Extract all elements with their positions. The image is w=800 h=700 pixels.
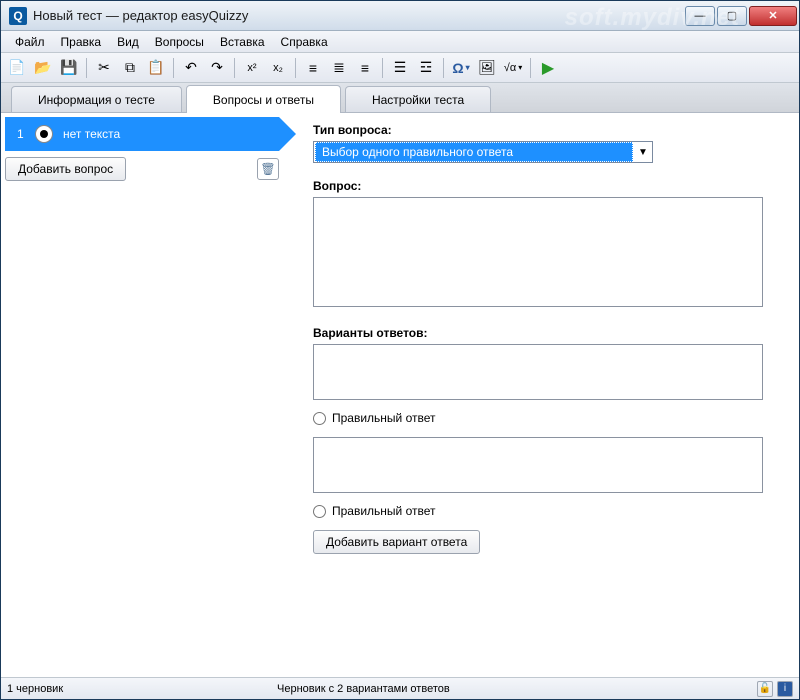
question-item-label: нет текста [63,127,120,141]
answer-2-textarea[interactable] [313,437,763,493]
new-icon[interactable]: 📄 [5,56,29,80]
answer-2-correct-radio[interactable] [313,505,326,518]
align-right-icon[interactable]: ≡ [353,56,377,80]
answer-1-textarea[interactable] [313,344,763,400]
minimize-button[interactable]: — [685,6,715,26]
info-icon[interactable]: i [777,681,793,697]
menu-help[interactable]: Справка [273,33,336,51]
question-editor-pane: Тип вопроса: Выбор одного правильного от… [283,113,799,677]
list-numbered-icon[interactable]: ☰ [388,56,412,80]
menu-bar: Файл Правка Вид Вопросы Вставка Справка [1,31,799,53]
separator [443,58,444,78]
status-center: Черновик с 2 вариантами ответов [277,683,757,695]
close-button[interactable]: ✕ [749,6,797,26]
redo-icon[interactable]: ↷ [205,56,229,80]
tab-info[interactable]: Информация о тесте [11,86,182,112]
chevron-down-icon[interactable]: ▼ [634,147,652,158]
question-textarea[interactable] [313,197,763,307]
delete-question-icon[interactable]: 🗑 [257,158,279,180]
menu-edit[interactable]: Правка [53,33,110,51]
question-type-select[interactable]: Выбор одного правильного ответа ▼ [313,141,653,163]
superscript-icon[interactable]: x² [240,56,264,80]
align-center-icon[interactable]: ≣ [327,56,351,80]
subscript-icon[interactable]: x₂ [266,56,290,80]
menu-questions[interactable]: Вопросы [147,33,212,51]
separator [86,58,87,78]
cut-icon[interactable]: ✂ [92,56,116,80]
list-bullet-icon[interactable]: ☲ [414,56,438,80]
app-icon: Q [9,7,27,25]
tab-settings[interactable]: Настройки теста [345,86,491,112]
answer-1-correct-row[interactable]: Правильный ответ [313,411,779,425]
separator [382,58,383,78]
save-icon[interactable]: 💾 [57,56,81,80]
answer-2-correct-row[interactable]: Правильный ответ [313,504,779,518]
window-title: Новый тест — редактор easyQuizzy [33,8,685,23]
separator [295,58,296,78]
add-answer-button[interactable]: Добавить вариант ответа [313,530,480,554]
symbol-icon[interactable]: Ω▾ [449,56,473,80]
type-label: Тип вопроса: [313,123,779,137]
question-item-1[interactable]: 1 нет текста [5,117,279,151]
add-question-button[interactable]: Добавить вопрос [5,157,126,181]
answer-1-correct-label: Правильный ответ [332,411,436,425]
title-bar: Q Новый тест — редактор easyQuizzy — ▢ ✕… [1,1,799,31]
separator [173,58,174,78]
app-window: Q Новый тест — редактор easyQuizzy — ▢ ✕… [0,0,800,700]
question-label: Вопрос: [313,179,779,193]
answer-1-correct-radio[interactable] [313,412,326,425]
status-bar: 1 черновик Черновик с 2 вариантами ответ… [1,677,799,699]
copy-icon[interactable]: ⧉ [118,56,142,80]
undo-icon[interactable]: ↶ [179,56,203,80]
tabs-row: Информация о тесте Вопросы и ответы Наст… [1,83,799,113]
paste-icon[interactable]: 📋 [144,56,168,80]
question-type-value: Выбор одного правильного ответа [315,142,633,162]
maximize-button[interactable]: ▢ [717,6,747,26]
question-number: 1 [17,127,35,141]
menu-view[interactable]: Вид [109,33,147,51]
open-icon[interactable]: 📂 [31,56,55,80]
lock-icon[interactable]: 🔓 [757,681,773,697]
run-icon[interactable]: ▶ [536,56,560,80]
tab-questions[interactable]: Вопросы и ответы [186,85,341,113]
align-left-icon[interactable]: ≡ [301,56,325,80]
question-list-pane: 1 нет текста Добавить вопрос 🗑 [1,113,283,677]
radio-icon [35,125,53,143]
separator [234,58,235,78]
answers-label: Варианты ответов: [313,326,779,340]
menu-file[interactable]: Файл [7,33,53,51]
toolbar: 📄 📂 💾 ✂ ⧉ 📋 ↶ ↷ x² x₂ ≡ ≣ ≡ ☰ ☲ Ω▾ 🖼 √α▾… [1,53,799,83]
answer-2-correct-label: Правильный ответ [332,504,436,518]
content-area: 1 нет текста Добавить вопрос 🗑 Тип вопро… [1,113,799,677]
separator [530,58,531,78]
formula-icon[interactable]: √α▾ [501,56,525,80]
image-icon[interactable]: 🖼 [475,56,499,80]
status-left: 1 черновик [7,683,277,695]
menu-insert[interactable]: Вставка [212,33,273,51]
